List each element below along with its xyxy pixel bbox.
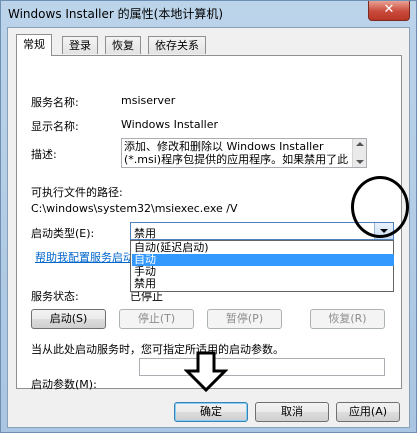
service-status-label: 服务状态: — [31, 290, 79, 303]
close-button[interactable]: ✕ — [368, 1, 410, 21]
close-icon: ✕ — [383, 2, 395, 17]
dropdown-option-manual[interactable]: 手动 — [132, 266, 394, 278]
startup-type-label: 启动类型(E): — [31, 227, 95, 240]
scroll-down-icon[interactable] — [356, 160, 364, 164]
start-params-label: 启动参数(M): — [31, 378, 97, 391]
startup-type-value: 禁用 — [134, 227, 156, 240]
resume-button[interactable]: 恢复(R) — [310, 309, 385, 329]
tab-dependencies[interactable]: 依存关系 — [148, 36, 206, 54]
tab-logon[interactable]: 登录 — [62, 36, 98, 54]
display-name-label: 显示名称: — [31, 120, 79, 133]
chevron-down-icon[interactable] — [374, 223, 393, 239]
properties-window: Windows Installer 的属性(本地计算机) ✕ 常规 登录 恢复 … — [0, 0, 417, 433]
dropdown-option-auto-delayed[interactable]: 自动(延迟启动) — [132, 242, 394, 254]
description-line: 添加、修改和删除以 Windows Installer — [124, 140, 324, 153]
title-bar[interactable]: Windows Installer 的属性(本地计算机) ✕ — [1, 1, 416, 25]
startup-type-select[interactable]: 禁用 — [130, 222, 394, 240]
scroll-up-icon[interactable] — [356, 142, 364, 146]
description-line: (*.msi)程序包提供的应用程序。如果禁用了此 — [124, 153, 349, 166]
apply-button[interactable]: 应用(A) — [336, 402, 400, 422]
start-params-input[interactable] — [139, 358, 385, 376]
description-scrollbar[interactable] — [352, 139, 366, 167]
general-panel: 服务名称: msiserver 显示名称: Windows Installer … — [16, 55, 402, 391]
description-box[interactable]: 添加、修改和删除以 Windows Installer (*.msi)程序包提供… — [121, 138, 367, 168]
cancel-button[interactable]: 取消 — [255, 402, 329, 422]
dropdown-option-disabled[interactable]: 禁用 — [132, 278, 394, 290]
stop-button[interactable]: 停止(T) — [119, 309, 194, 329]
tab-recovery[interactable]: 恢复 — [105, 36, 141, 54]
dropdown-option-auto[interactable]: 自动 — [132, 254, 394, 266]
exe-path-value: C:\windows\system32\msiexec.exe /V — [31, 202, 238, 215]
service-name-value: msiserver — [121, 94, 176, 107]
startup-hint: 当从此处启动服务时，您可指定所适用的启动参数。 — [31, 343, 284, 356]
exe-path-label: 可执行文件的路径: — [31, 186, 123, 199]
startup-type-dropdown: 自动(延迟启动) 自动 手动 禁用 — [130, 240, 394, 292]
display-name-value: Windows Installer — [121, 118, 219, 131]
description-label: 描述: — [31, 148, 57, 161]
help-link[interactable]: 帮助我配置服务启动 — [35, 249, 134, 265]
dialog-body: 常规 登录 恢复 依存关系 服务名称: msiserver 显示名称: Wind… — [7, 27, 410, 428]
service-name-label: 服务名称: — [31, 96, 79, 109]
start-button[interactable]: 启动(S) — [31, 309, 106, 329]
window-title: Windows Installer 的属性(本地计算机) — [8, 7, 223, 21]
pause-button[interactable]: 暂停(P) — [207, 309, 282, 329]
ok-button[interactable]: 确定 — [174, 402, 248, 422]
tab-general[interactable]: 常规 — [16, 34, 52, 56]
